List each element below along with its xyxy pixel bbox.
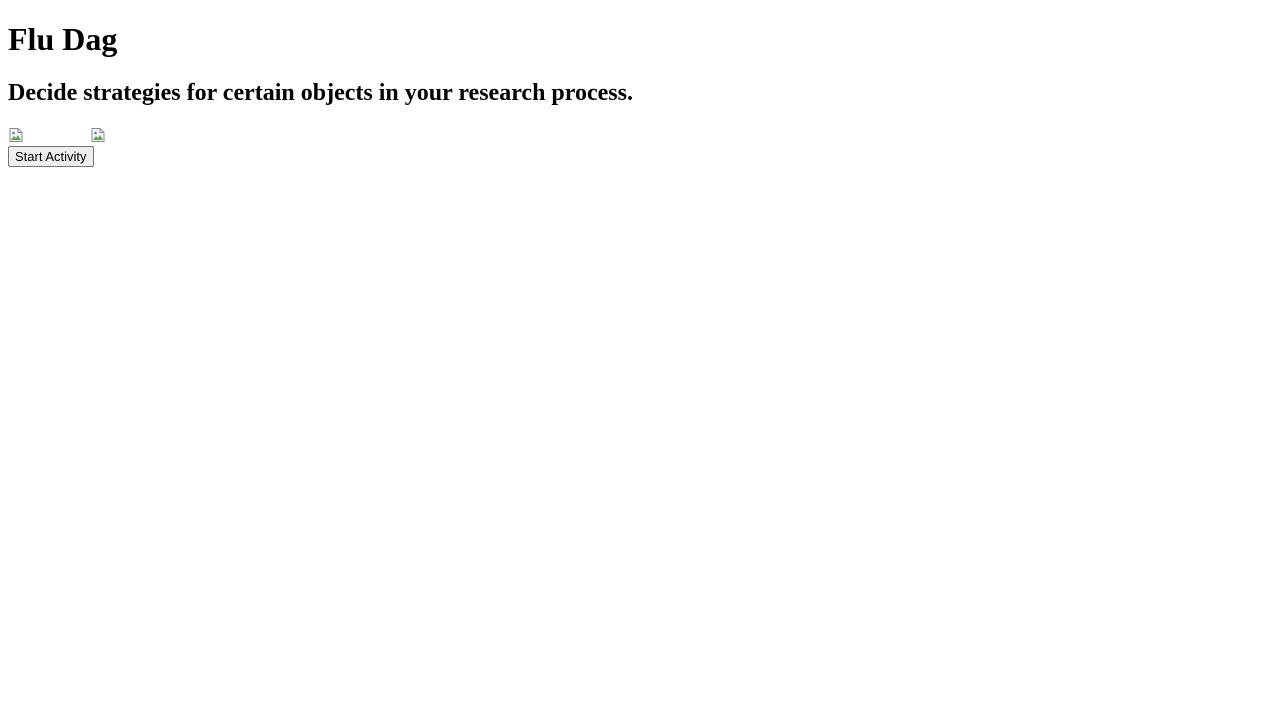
page-subtitle: Decide strategies for certain objects in… (8, 80, 633, 106)
image-row (8, 127, 208, 145)
broken-image-icon (8, 127, 24, 143)
broken-image-icon (90, 127, 106, 143)
page-title: Flu Dag (8, 21, 118, 57)
start-activity-button[interactable]: Start Activity (8, 146, 94, 167)
